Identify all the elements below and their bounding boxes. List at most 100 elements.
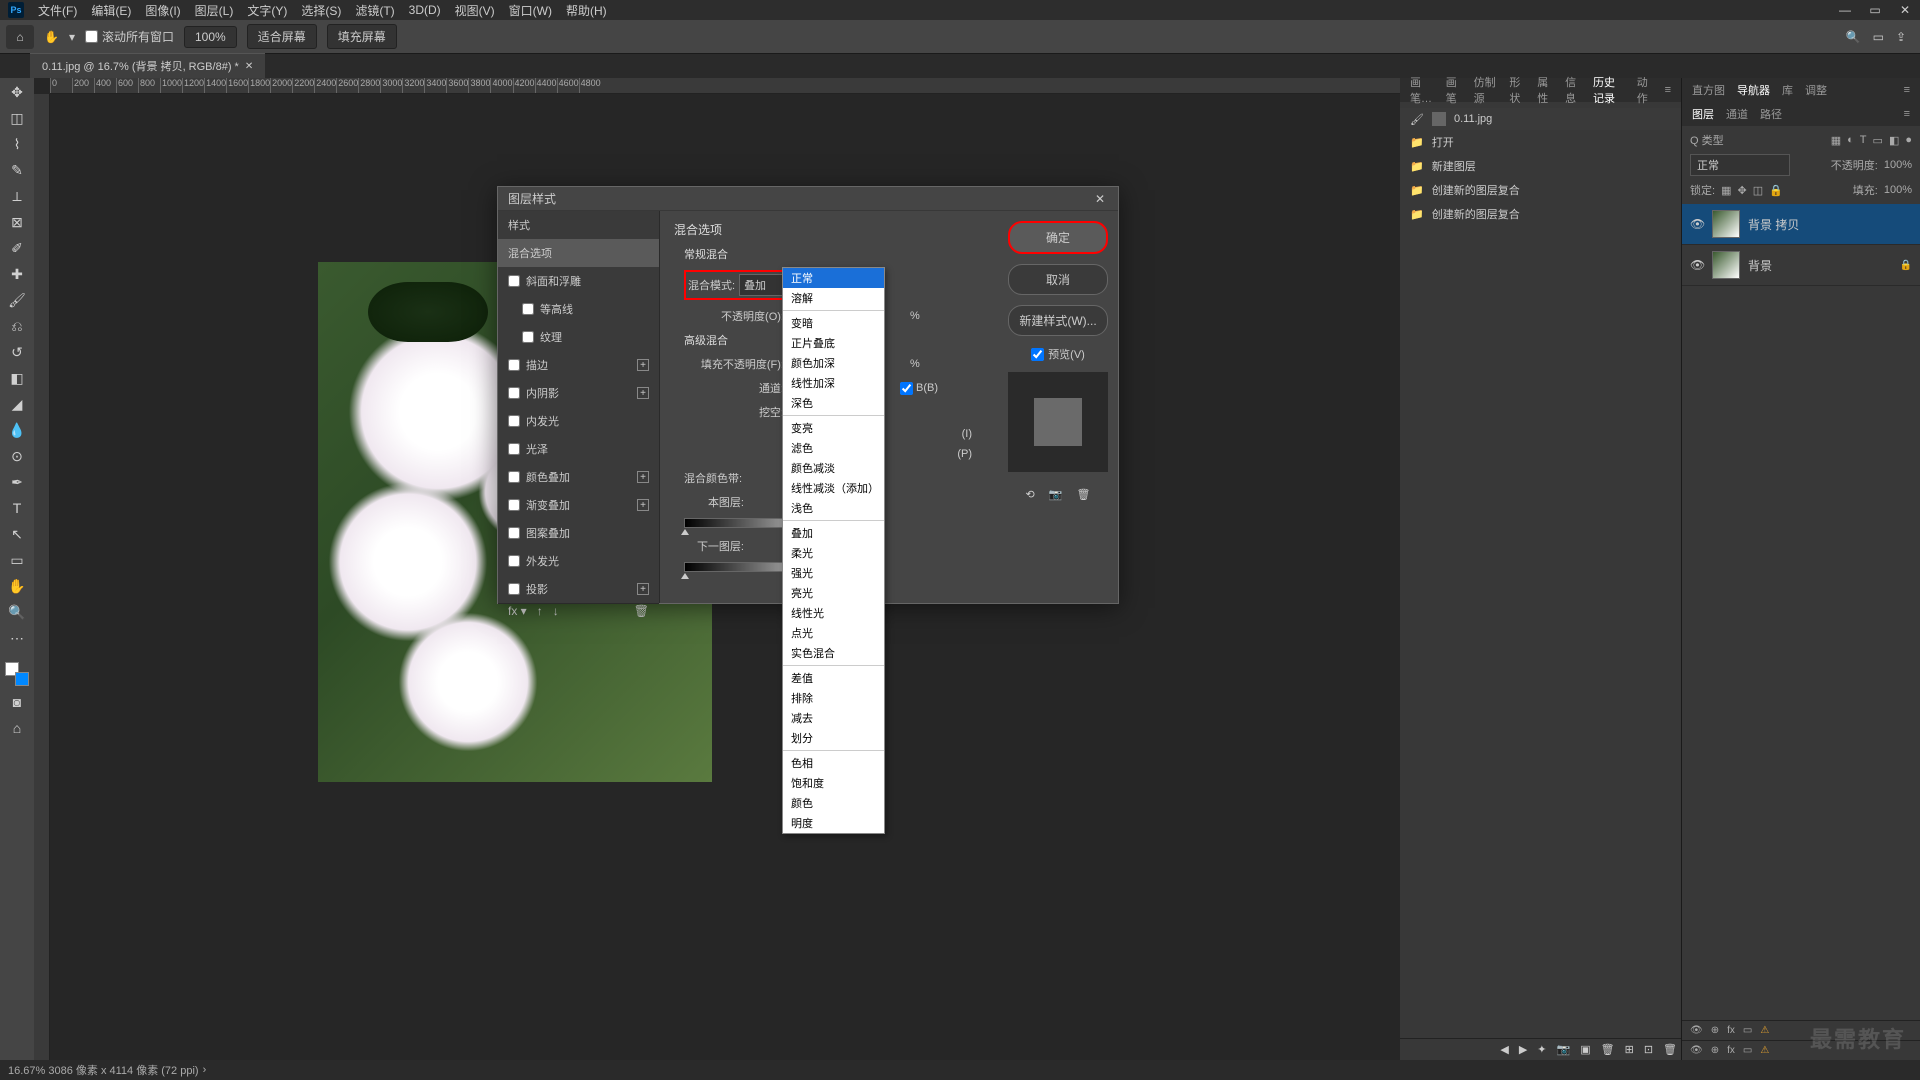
history-step[interactable]: 创建新的图层复合 xyxy=(1400,178,1681,202)
blend-mode-option[interactable]: 变亮 xyxy=(783,418,884,438)
blend-mode-option[interactable]: 排除 xyxy=(783,688,884,708)
crop-tool-icon[interactable]: ⟂ xyxy=(5,186,29,206)
blend-mode-option[interactable]: 正片叠底 xyxy=(783,333,884,353)
blend-mode-option[interactable]: 滤色 xyxy=(783,438,884,458)
effect-row[interactable]: 外发光 xyxy=(498,547,659,575)
pen-tool-icon[interactable]: ✒ xyxy=(5,472,29,492)
link-eye-icon[interactable]: 👁 xyxy=(1690,1045,1703,1056)
more-tools-icon[interactable]: ⋯ xyxy=(5,628,29,648)
add-effect-icon[interactable]: + xyxy=(637,499,649,511)
menu-help[interactable]: 帮助(H) xyxy=(566,2,607,19)
status-chevron-icon[interactable]: › xyxy=(203,1064,207,1076)
lock-artboard-icon[interactable]: ◫ xyxy=(1753,184,1763,197)
quick-select-tool-icon[interactable]: ✎ xyxy=(5,160,29,180)
menu-view[interactable]: 视图(V) xyxy=(455,2,495,19)
effect-checkbox[interactable] xyxy=(508,527,520,539)
effect-checkbox[interactable] xyxy=(508,415,520,427)
close-window-icon[interactable]: ✕ xyxy=(1898,3,1912,17)
effect-checkbox[interactable] xyxy=(508,471,520,483)
blend-mode-option[interactable]: 颜色减淡 xyxy=(783,458,884,478)
effect-delete-icon[interactable]: 🗑 xyxy=(634,604,649,618)
eraser-tool-icon[interactable]: ◧ xyxy=(5,368,29,388)
filter-pixel-icon[interactable]: ▦ xyxy=(1831,134,1841,147)
history-cam-icon[interactable]: 📷 xyxy=(1557,1043,1571,1056)
blend-mode-option[interactable]: 柔光 xyxy=(783,543,884,563)
layer-name[interactable]: 背景 xyxy=(1748,257,1772,274)
hand-tool-icon[interactable]: ✋ xyxy=(44,30,59,44)
history-prev-icon[interactable]: ◀ xyxy=(1500,1043,1508,1056)
effect-row[interactable]: 图案叠加 xyxy=(498,519,659,547)
menu-select[interactable]: 选择(S) xyxy=(301,2,341,19)
effect-down-icon[interactable]: ↓ xyxy=(553,604,559,618)
document-tab[interactable]: 0.11.jpg @ 16.7% (背景 拷贝, RGB/8#) * ✕ xyxy=(30,53,265,78)
lock-position-icon[interactable]: ✥ xyxy=(1737,184,1746,197)
blend-mode-option[interactable]: 线性减淡（添加） xyxy=(783,478,884,498)
effect-row[interactable]: 纹理 xyxy=(498,323,659,351)
preview-checkbox[interactable]: 预览(V) xyxy=(1031,346,1085,362)
move-tool-icon[interactable]: ✥ xyxy=(5,82,29,102)
share-icon[interactable]: ⇪ xyxy=(1896,30,1906,44)
marquee-tool-icon[interactable]: ◫ xyxy=(5,108,29,128)
effect-checkbox[interactable] xyxy=(508,387,520,399)
effect-checkbox[interactable] xyxy=(508,499,520,511)
tab-layers[interactable]: 图层 xyxy=(1692,106,1714,122)
visibility-icon[interactable]: 👁 xyxy=(1690,217,1704,231)
menu-3d[interactable]: 3D(D) xyxy=(409,3,441,17)
add-effect-icon[interactable]: + xyxy=(637,359,649,371)
effect-row[interactable]: 颜色叠加+ xyxy=(498,463,659,491)
history-snapshot-icon[interactable]: ✦ xyxy=(1537,1043,1546,1056)
scroll-all-checkbox[interactable]: 滚动所有窗口 xyxy=(85,28,174,45)
effect-row[interactable]: 光泽 xyxy=(498,435,659,463)
tab-navigator[interactable]: 导航器 xyxy=(1737,82,1770,98)
layer-item[interactable]: 👁 背景 拷贝 xyxy=(1682,204,1920,245)
path-select-icon[interactable]: ↖ xyxy=(5,524,29,544)
fill-screen-button[interactable]: 填充屏幕 xyxy=(327,24,397,49)
history-more2-icon[interactable]: ⊡ xyxy=(1644,1043,1653,1056)
add-effect-icon[interactable]: + xyxy=(637,471,649,483)
blend-mode-option[interactable]: 线性光 xyxy=(783,603,884,623)
panel-menu-icon[interactable]: ≡ xyxy=(1904,84,1910,96)
effect-checkbox[interactable] xyxy=(508,359,520,371)
opacity-value[interactable]: 100% xyxy=(1884,159,1912,171)
effect-up-icon[interactable]: ↑ xyxy=(537,604,543,618)
dialog-close-icon[interactable]: ✕ xyxy=(1092,191,1108,207)
home-button[interactable]: ⌂ xyxy=(6,25,34,49)
history-step[interactable]: 新建图层 xyxy=(1400,154,1681,178)
filter-type-icon[interactable]: T xyxy=(1860,134,1867,147)
blur-tool-icon[interactable]: 💧 xyxy=(5,420,29,440)
effect-checkbox[interactable] xyxy=(508,443,520,455)
dialog-titlebar[interactable]: 图层样式 ✕ xyxy=(498,187,1118,211)
layer-name[interactable]: 背景 拷贝 xyxy=(1748,216,1799,233)
menu-type[interactable]: 文字(Y) xyxy=(247,2,287,19)
blend-mode-select[interactable]: 正常 xyxy=(1690,154,1790,176)
fx-icon[interactable]: fx ▾ xyxy=(508,604,527,618)
blend-mode-option[interactable]: 色相 xyxy=(783,753,884,773)
effect-row[interactable]: 内阴影+ xyxy=(498,379,659,407)
stamp-tool-icon[interactable]: ⎌ xyxy=(5,316,29,336)
type-tool-icon[interactable]: T xyxy=(5,498,29,518)
blending-options-row[interactable]: 混合选项 xyxy=(498,239,659,267)
gradient-tool-icon[interactable]: ◢ xyxy=(5,394,29,414)
history-more1-icon[interactable]: ⊞ xyxy=(1625,1043,1634,1056)
menu-filter[interactable]: 滤镜(T) xyxy=(355,2,394,19)
menu-layer[interactable]: 图层(L) xyxy=(195,2,234,19)
history-next-icon[interactable]: ▶ xyxy=(1519,1043,1527,1056)
menu-window[interactable]: 窗口(W) xyxy=(509,2,552,19)
history-snapshot[interactable]: 🖌 0.11.jpg xyxy=(1400,108,1681,130)
effect-row[interactable]: 描边+ xyxy=(498,351,659,379)
channel-b-checkbox[interactable]: B(B) xyxy=(900,382,938,395)
background-color[interactable] xyxy=(15,672,29,686)
minimize-icon[interactable]: — xyxy=(1838,3,1852,17)
effect-row[interactable]: 内发光 xyxy=(498,407,659,435)
ok-button[interactable]: 确定 xyxy=(1008,221,1108,254)
history-step[interactable]: 打开 xyxy=(1400,130,1681,154)
filter-toggle-icon[interactable]: ● xyxy=(1905,134,1912,147)
workspace-icon[interactable]: ▭ xyxy=(1873,30,1884,44)
visibility-icon[interactable]: 👁 xyxy=(1690,258,1704,272)
blend-mode-option[interactable]: 点光 xyxy=(783,623,884,643)
effect-checkbox[interactable] xyxy=(522,303,534,315)
blend-mode-option[interactable]: 颜色 xyxy=(783,793,884,813)
effect-checkbox[interactable] xyxy=(508,583,520,595)
cancel-button[interactable]: 取消 xyxy=(1008,264,1108,295)
blend-mode-option[interactable]: 线性加深 xyxy=(783,373,884,393)
